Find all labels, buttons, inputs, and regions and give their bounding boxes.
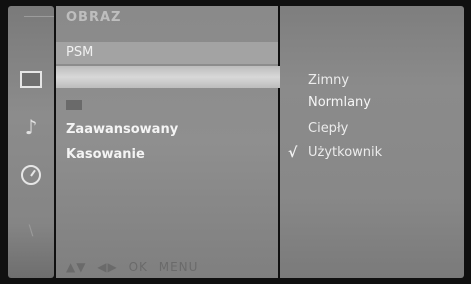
menu-item-advanced[interactable]: Zaawansowany — [56, 119, 278, 141]
check-icon: √ — [288, 145, 298, 161]
osd-screen: ♪ \ OBRAZ PSM XD Zaawansowany Kasowanie … — [0, 0, 471, 284]
time-icon[interactable] — [20, 164, 42, 186]
picture-tab-icon[interactable] — [24, 16, 54, 27]
screen-icon[interactable] — [20, 68, 42, 90]
colour-temperature-submenu: Zimny Normlany Ciepły √ Użytkownik — [280, 6, 464, 278]
menu-item-xd[interactable]: XD — [56, 94, 278, 116]
xd-icon — [66, 99, 82, 110]
option-user[interactable]: Użytkownik — [308, 144, 382, 162]
left-right-arrows-icon: ◀▶ — [97, 260, 118, 274]
navigation-hint: ▲▼ ◀▶ OK MENU — [66, 260, 204, 274]
picture-menu-panel: OBRAZ PSM XD Zaawansowany Kasowanie ▲▼ ◀… — [56, 6, 280, 278]
menu-item-label: Kasowanie — [66, 147, 145, 162]
option-cool[interactable]: Zimny — [308, 72, 349, 90]
menu-item-label: PSM — [66, 45, 94, 60]
menu-item-label: Zaawansowany — [66, 122, 179, 137]
menu-hint: MENU — [158, 260, 199, 274]
sound-icon[interactable]: ♪ — [20, 116, 42, 138]
ok-hint: OK — [128, 260, 148, 274]
menu-item-colour-temperature-selected[interactable] — [56, 66, 280, 88]
menu-title: OBRAZ — [66, 10, 122, 25]
menu-item-psm[interactable]: PSM — [56, 42, 278, 64]
up-down-arrows-icon: ▲▼ — [66, 260, 87, 274]
option-warm[interactable]: Ciepły — [308, 120, 348, 138]
main-menu-icon-strip: ♪ \ — [8, 6, 54, 278]
option-normal[interactable]: Normlany — [308, 94, 371, 112]
special-icon[interactable]: \ — [20, 220, 42, 242]
menu-item-reset[interactable]: Kasowanie — [56, 144, 278, 166]
